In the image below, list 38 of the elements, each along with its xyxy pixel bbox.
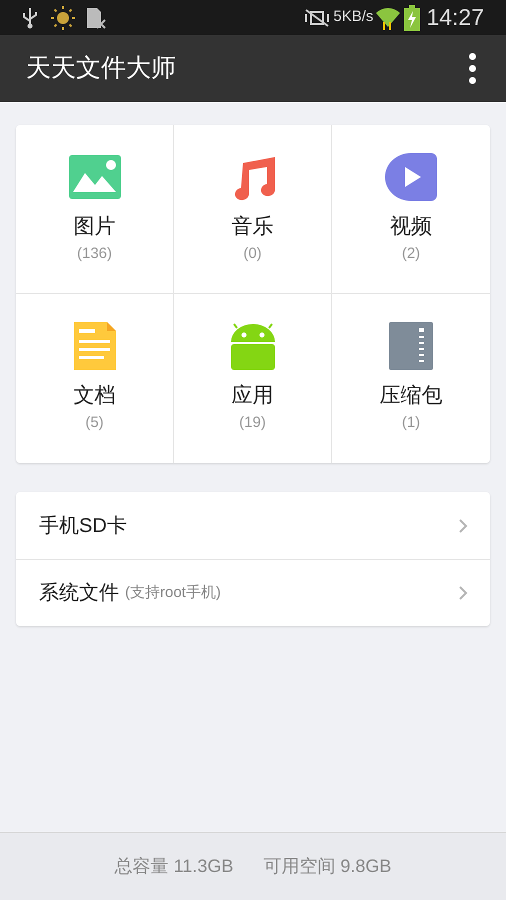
category-tile[interactable]: 音乐 (0)	[174, 125, 332, 294]
vibrate-mute-icon	[304, 8, 330, 28]
sim-card-icon	[86, 6, 106, 28]
category-tile[interactable]: 应用 (19)	[174, 294, 332, 463]
location-label: 手机SD卡	[39, 514, 127, 538]
usb-icon	[22, 6, 38, 28]
app-title: 天天文件大师	[26, 52, 176, 84]
clock: 14:27	[426, 3, 484, 32]
category-count: (136)	[76, 244, 112, 264]
category-tile[interactable]: 压缩包 (1)	[332, 294, 490, 463]
image-icon	[68, 153, 120, 201]
location-label: 系统文件	[39, 581, 119, 606]
total-capacity: 总容量 11.3GB	[114, 855, 234, 878]
category-tile[interactable]: 视频 (2)	[332, 125, 490, 294]
category-label: 应用	[232, 383, 274, 409]
category-label: 压缩包	[380, 383, 442, 409]
category-count: (5)	[85, 413, 104, 433]
location-item[interactable]: 手机SD卡	[16, 492, 490, 559]
category-tile[interactable]: 文档 (5)	[16, 294, 174, 463]
play-icon	[385, 153, 437, 201]
location-note: (支持root手机)	[125, 582, 221, 603]
chevron-right-icon	[458, 518, 468, 534]
category-count: (0)	[243, 244, 262, 264]
chevron-right-icon	[458, 585, 468, 601]
category-tile[interactable]: 图片 (136)	[16, 125, 174, 294]
category-label: 图片	[74, 214, 116, 240]
more-menu-icon[interactable]	[467, 51, 478, 86]
category-count: (1)	[402, 413, 420, 433]
category-count: (19)	[239, 413, 266, 433]
category-label: 视频	[390, 214, 432, 240]
free-space: 可用空间 9.8GB	[263, 855, 392, 878]
category-label: 音乐	[232, 214, 274, 240]
location-item[interactable]: 系统文件 (支持root手机)	[16, 559, 490, 626]
network-speed: 5KB/s	[333, 7, 374, 28]
battery-charging-icon	[404, 4, 420, 30]
category-count: (2)	[402, 244, 420, 264]
sun-icon	[50, 4, 76, 30]
category-label: 文档	[74, 383, 116, 409]
